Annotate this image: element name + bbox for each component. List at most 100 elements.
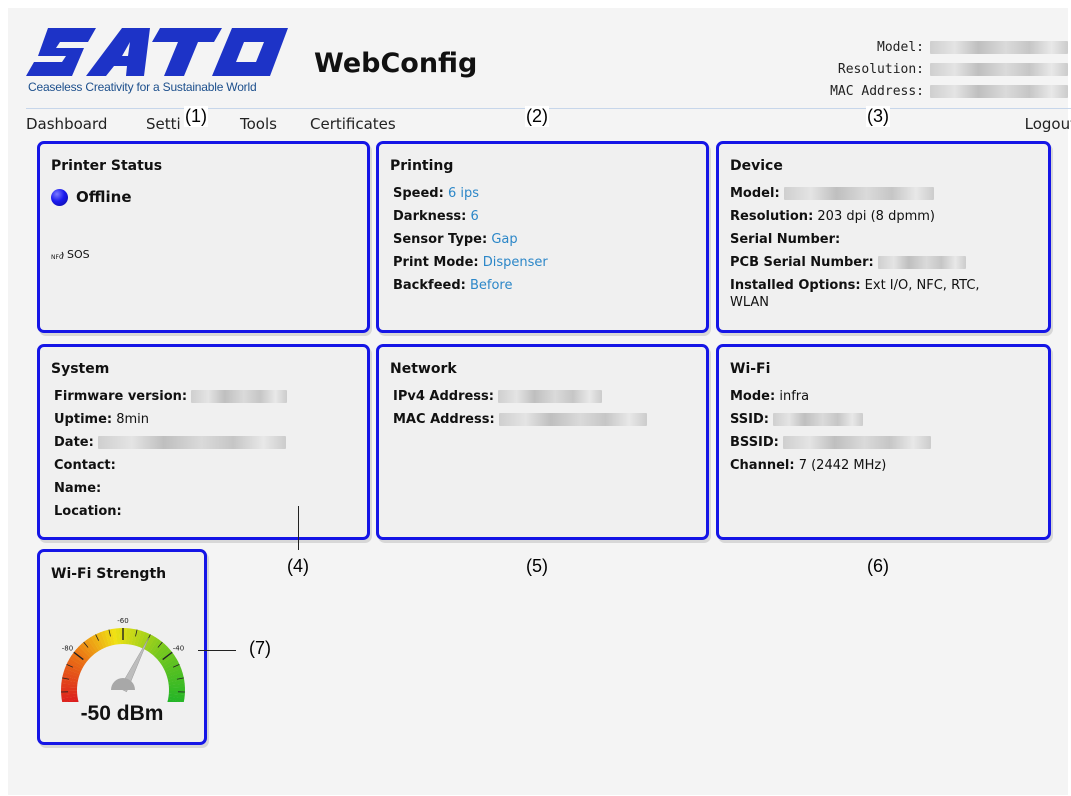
redacted-bssid [783, 436, 932, 449]
nav-dashboard[interactable]: Dashboard [26, 115, 107, 133]
contact-label: Contact: [54, 458, 116, 473]
wifi-strength-title: Wi-Fi Strength [51, 566, 167, 582]
name-label: Name: [54, 481, 102, 496]
system-panel: System Firmware version: Uptime: 8min Da… [37, 344, 370, 540]
printer-status-title: Printer Status [51, 158, 163, 174]
status-dot-icon [51, 188, 68, 206]
backfeed-label: Backfeed: [393, 278, 466, 293]
mode-value: infra [779, 389, 810, 404]
redacted-firmware [191, 390, 288, 403]
app-title: WebConfig [314, 48, 478, 79]
printer-status-panel: Printer Status Offline NFC SOS [37, 141, 370, 333]
ssid-label: SSID: [730, 412, 769, 427]
system-title: System [51, 361, 110, 377]
gauge-segment [168, 687, 185, 692]
mode-row: Mode: infra [730, 385, 931, 408]
header-mac-label: MAC Address: [830, 83, 924, 99]
ssid-row: SSID: [730, 408, 931, 431]
backfeed-row: Backfeed: Before [393, 274, 548, 297]
ipv4-row: IPv4 Address: [393, 385, 647, 408]
name-row: Name: [54, 477, 287, 500]
firmware-row: Firmware version: [54, 385, 288, 408]
header-resolution-label: Resolution: [837, 61, 924, 77]
channel-value: 7 (2442 MHz) [798, 458, 887, 473]
options-label: Installed Options: [730, 278, 861, 293]
device-title: Device [730, 158, 783, 174]
network-panel: Network IPv4 Address: MAC Address: [376, 344, 709, 540]
redacted-date [97, 436, 286, 449]
channel-label: Channel: [730, 458, 795, 473]
pcb-serial-row: PCB Serial Number: [730, 251, 980, 274]
logo-tagline: Ceaseless Creativity for a Sustainable W… [28, 80, 257, 94]
device-model-row: Model: [730, 182, 980, 205]
printing-title: Printing [390, 158, 454, 174]
firmware-label: Firmware version: [54, 389, 188, 404]
options-value-2: WLAN [730, 295, 770, 310]
callout-4: (4) [287, 556, 309, 576]
nav-tools[interactable]: Tools [240, 115, 277, 133]
nav-certificates[interactable]: Certificates [310, 115, 396, 133]
backfeed-value: Before [469, 278, 513, 293]
bssid-row: BSSID: [730, 431, 932, 454]
print-mode-value: Dispenser [482, 255, 548, 270]
header-resolution-row: Resolution: [768, 58, 1068, 80]
header-model-row: Model: [768, 36, 1068, 58]
printing-panel: Printing Speed: 6 ips Darkness: 6 Sensor… [376, 141, 709, 333]
dashboard-page: Ceaseless Creativity for a Sustainable W… [8, 8, 1071, 795]
redacted-network-mac [498, 413, 647, 426]
sensor-value: Gap [491, 232, 518, 247]
sos-label: SOS [67, 248, 90, 261]
signal-gauge: -100-80-60-40-20 [61, 617, 185, 702]
wifi-title: Wi-Fi [730, 361, 771, 377]
leader-line-7 [198, 650, 236, 651]
network-mac-label: MAC Address: [393, 412, 495, 427]
header-model-label: Model: [877, 39, 924, 55]
device-resolution-row: Resolution: 203 dpi (8 dpmm) [730, 205, 980, 228]
print-mode-row: Print Mode: Dispenser [393, 251, 548, 274]
sato-logo: Ceaseless Creativity for a Sustainable W… [26, 28, 294, 100]
ipv4-label: IPv4 Address: [393, 389, 494, 404]
options-row: Installed Options: Ext I/O, NFC, RTC, WLA… [730, 277, 980, 311]
nav-logout[interactable]: Logout [1025, 115, 1071, 133]
sato-logo-letters [26, 28, 288, 76]
header-device-info: Model: Resolution: MAC Address: [768, 36, 1068, 102]
device-model-label: Model: [730, 186, 780, 201]
uptime-value: 8min [116, 412, 150, 427]
contact-row: Contact: [54, 454, 287, 477]
gauge-tick-label: -40 [173, 644, 184, 652]
uptime-row: Uptime: 8min [54, 408, 287, 431]
system-rows: Firmware version: Uptime: 8min Date: Con… [54, 385, 288, 523]
serial-label: Serial Number: [730, 232, 841, 247]
darkness-label: Darkness: [393, 209, 467, 224]
printer-state: Offline [51, 188, 132, 206]
nav-settings[interactable]: Setti [146, 115, 181, 133]
network-rows: IPv4 Address: MAC Address: [393, 385, 647, 431]
serial-row: Serial Number: [730, 228, 980, 251]
sensor-label: Sensor Type: [393, 232, 488, 247]
redacted-model-value [930, 40, 1068, 54]
speed-label: Speed: [393, 186, 444, 201]
device-resolution-value: 203 dpi (8 dpmm) [817, 209, 935, 224]
speed-value: 6 ips [447, 186, 479, 201]
callout-3: (3) [866, 106, 890, 127]
device-resolution-label: Resolution: [730, 209, 814, 224]
darkness-value: 6 [470, 209, 479, 224]
location-row: Location: [54, 500, 287, 523]
callout-7: (7) [249, 638, 271, 658]
device-panel: Device Model: Resolution: 203 dpi (8 dpm… [716, 141, 1051, 333]
nfc-sos: NFC SOS [51, 248, 90, 261]
channel-row: Channel: 7 (2442 MHz) [730, 454, 931, 477]
wifi-panel: Wi-Fi Mode: infra SSID: BSSID: Channel: … [716, 344, 1051, 540]
wifi-strength-value: -50 dBm [80, 702, 164, 725]
pcb-serial-label: PCB Serial Number: [730, 255, 874, 270]
callout-5: (5) [526, 556, 548, 576]
print-mode-label: Print Mode: [393, 255, 479, 270]
redacted-ssid [773, 413, 864, 426]
redacted-pcb-serial [877, 256, 966, 269]
printer-state-text: Offline [76, 188, 132, 206]
bssid-label: BSSID: [730, 435, 779, 450]
network-mac-row: MAC Address: [393, 408, 647, 431]
network-title: Network [390, 361, 457, 377]
redacted-device-model [783, 187, 934, 200]
options-value-1: Ext I/O, NFC, RTC, [864, 278, 980, 293]
